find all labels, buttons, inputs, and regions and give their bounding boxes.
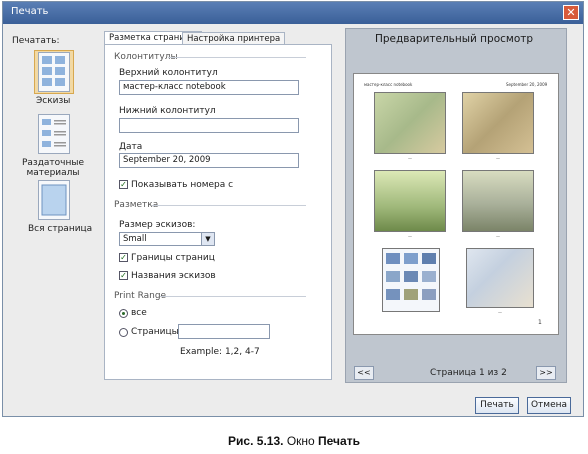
full-page-icon[interactable] bbox=[38, 180, 70, 220]
page-header-left: мастер-класс notebook bbox=[364, 82, 413, 87]
page-indicator: Страница 1 из 2 bbox=[430, 368, 507, 378]
slide-caption: — bbox=[498, 310, 502, 315]
thumb-size-label: Размер эскизов: bbox=[119, 220, 196, 230]
handouts-page-icon bbox=[42, 119, 66, 147]
range-pages-radio[interactable] bbox=[119, 328, 128, 337]
cancel-button[interactable]: Отмена bbox=[527, 397, 571, 414]
date-label: Дата bbox=[119, 142, 143, 152]
footer-input[interactable] bbox=[119, 118, 299, 133]
print-range-divider bbox=[160, 296, 306, 297]
handouts-icon[interactable] bbox=[38, 114, 70, 154]
slide-thumbnail bbox=[374, 170, 446, 232]
headers-divider bbox=[168, 57, 306, 58]
print-range-title: Print Range bbox=[114, 291, 167, 301]
thumbnails-icon bbox=[38, 52, 70, 92]
range-all-label: все bbox=[131, 308, 147, 318]
preview-title: Предварительный просмотр bbox=[375, 33, 534, 45]
full-page-mode-label: Вся страница bbox=[28, 224, 93, 234]
thumbnails-grid-icon bbox=[42, 56, 65, 86]
map-thumbnail bbox=[466, 248, 534, 308]
print-button[interactable]: Печать bbox=[475, 397, 519, 414]
prev-page-button[interactable]: << bbox=[354, 366, 374, 380]
page-header-right: September 20, 2009 bbox=[506, 82, 548, 87]
header-label: Верхний колонтитул bbox=[119, 68, 218, 78]
photo-grid-thumbnail bbox=[386, 253, 436, 300]
thumb-size-value: Small bbox=[123, 234, 147, 244]
footer-label: Нижний колонтитул bbox=[119, 106, 216, 116]
thumb-names-label: Названия эскизов bbox=[131, 271, 216, 281]
range-all-radio[interactable] bbox=[119, 309, 128, 318]
preview-page-number: 1 bbox=[538, 319, 542, 326]
date-input[interactable]: September 20, 2009 bbox=[119, 153, 299, 168]
title-bar: Печать ✕ bbox=[3, 2, 583, 24]
window-title: Печать bbox=[11, 6, 49, 17]
show-page-numbers-checkbox[interactable]: ✓ bbox=[119, 180, 128, 189]
figure-bold-text: Печать bbox=[318, 434, 360, 448]
slide-caption: — bbox=[408, 156, 412, 161]
next-page-button[interactable]: >> bbox=[536, 366, 556, 380]
slide-thumbnail bbox=[374, 92, 446, 154]
slide-caption: — bbox=[496, 156, 500, 161]
slide-caption: — bbox=[496, 234, 500, 239]
slide-caption: — bbox=[408, 234, 412, 239]
layout-divider bbox=[152, 205, 306, 206]
chevron-down-icon[interactable]: ▼ bbox=[201, 233, 214, 245]
slide-thumbnail bbox=[382, 248, 440, 312]
figure-number: Рис. 5.13. bbox=[228, 434, 284, 448]
thumb-size-select[interactable]: Small ▼ bbox=[119, 232, 215, 246]
pages-input[interactable] bbox=[178, 324, 270, 339]
slide-thumbnail bbox=[462, 170, 534, 232]
figure-text: Окно bbox=[286, 434, 315, 448]
page-borders-label: Границы страниц bbox=[131, 253, 215, 263]
slide-thumbnail bbox=[462, 92, 534, 154]
figure-caption: Рис. 5.13. Окно Печать bbox=[0, 434, 588, 448]
range-example: Example: 1,2, 4-7 bbox=[180, 347, 260, 357]
header-input[interactable]: мастер-класс notebook bbox=[119, 80, 299, 95]
thumbnails-mode-label: Эскизы bbox=[36, 96, 71, 106]
show-page-numbers-label: Показывать номера с bbox=[131, 180, 234, 190]
full-page-preview-icon bbox=[41, 184, 67, 216]
handouts-mode-label: Раздаточные материалы bbox=[21, 158, 85, 178]
print-mode-label: Печатать: bbox=[12, 36, 60, 46]
close-icon[interactable]: ✕ bbox=[563, 5, 579, 20]
page-borders-checkbox[interactable]: ✓ bbox=[119, 253, 128, 262]
range-pages-label: Страницы bbox=[131, 327, 179, 337]
thumb-names-checkbox[interactable]: ✓ bbox=[119, 271, 128, 280]
